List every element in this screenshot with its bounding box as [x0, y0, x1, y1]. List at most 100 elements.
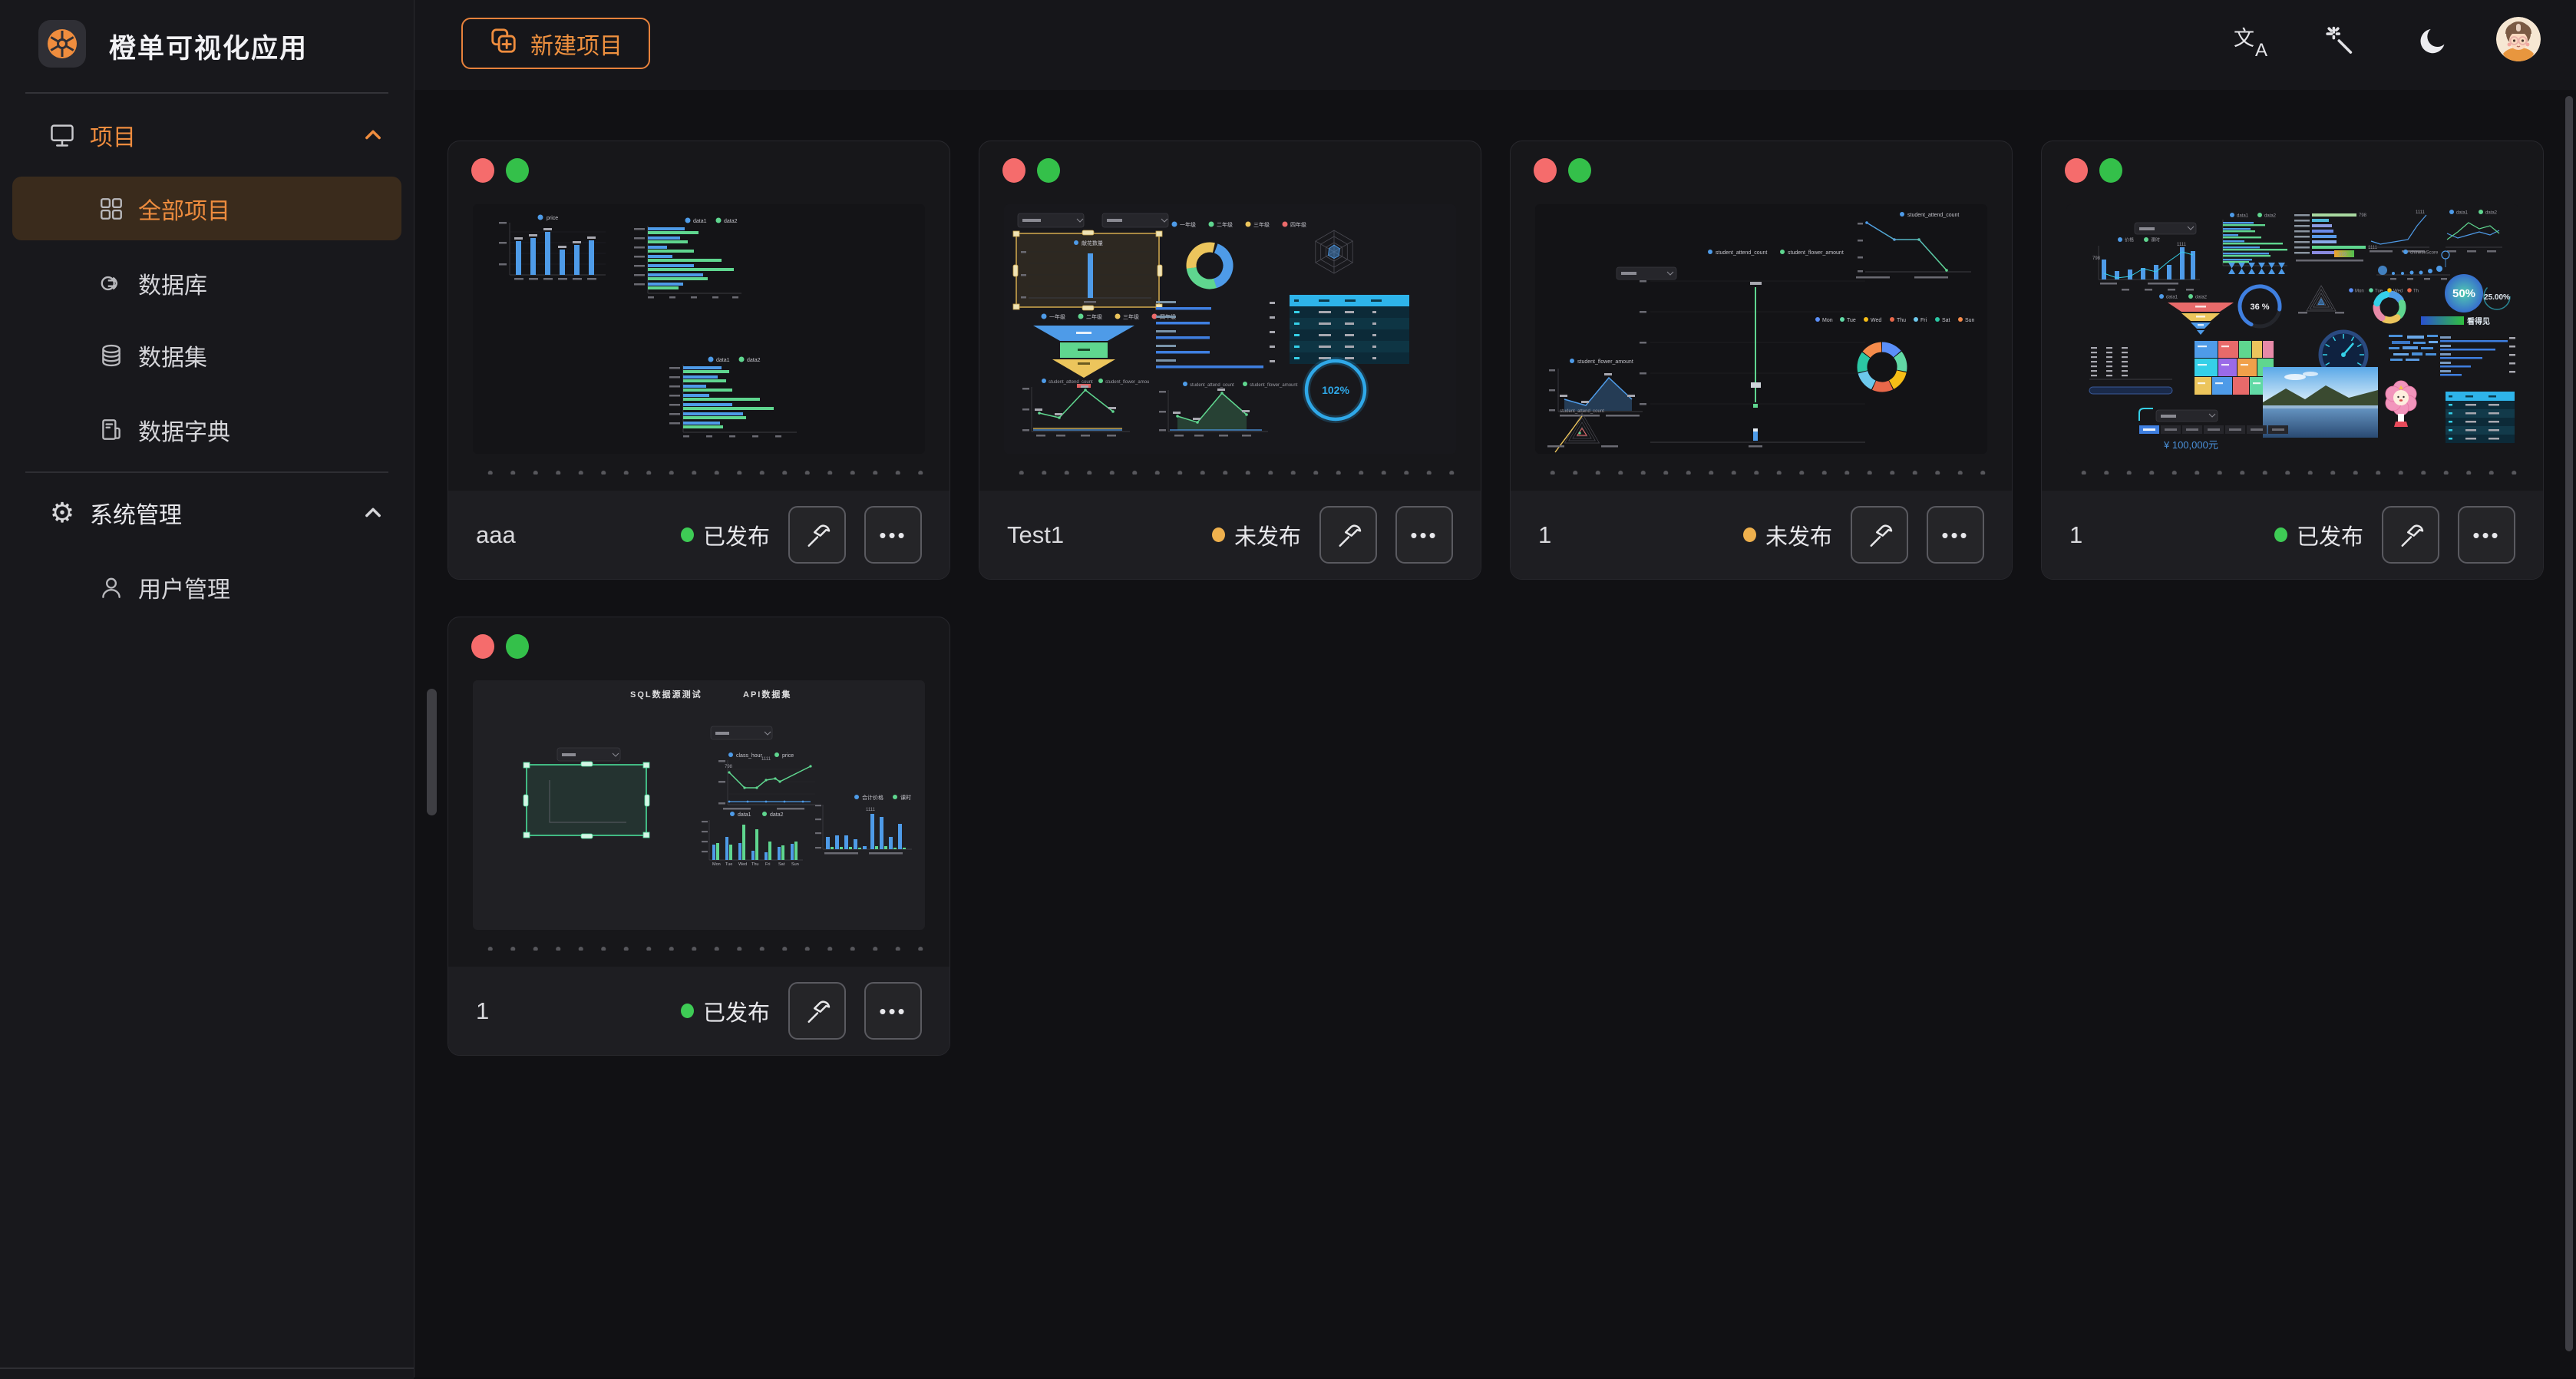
sidebar-resize-handle[interactable]: [427, 689, 437, 815]
edit-project-button[interactable]: [788, 982, 846, 1040]
chevron-up-icon[interactable]: [362, 124, 384, 146]
svg-text:data1: data1: [693, 219, 707, 224]
svg-text:data2: data2: [770, 812, 784, 818]
red-dot-icon: [1534, 158, 1557, 183]
project-name: 1: [476, 997, 662, 1025]
red-dot-icon: [471, 158, 494, 183]
project-thumbnail[interactable]: 价格 课时 1111 798 data1 data2: [2066, 204, 2518, 454]
new-project-button[interactable]: 新建项目: [461, 18, 650, 69]
svg-text:课时: 课时: [2151, 237, 2160, 243]
project-card[interactable]: 价格 课时 1111 798 data1 data2: [2041, 141, 2544, 580]
red-dot-icon: [1002, 158, 1025, 183]
project-thumbnail[interactable]: student_attend_count student_attend_coun…: [1535, 204, 1987, 454]
sidebar-group-system[interactable]: ⚙ 系统管理: [0, 491, 414, 534]
more-actions-button[interactable]: •••: [864, 982, 922, 1040]
hammer-icon: [1333, 520, 1364, 551]
svg-text:Th: Th: [2413, 289, 2419, 294]
project-card[interactable]: price data1 data2: [447, 141, 950, 580]
red-dot-icon: [471, 634, 494, 659]
svg-text:data2: data2: [2485, 211, 2498, 216]
svg-text:一年级: 一年级: [1049, 313, 1065, 320]
sidebar-item-label: 用户管理: [138, 570, 230, 604]
svg-text:student_flower_amou: student_flower_amou: [1105, 380, 1149, 385]
edit-project-button[interactable]: [1319, 506, 1377, 564]
vertical-scrollbar[interactable]: [2565, 96, 2573, 1351]
svg-text:student_flower_amount: student_flower_amount: [1250, 383, 1298, 388]
svg-text:50%: 50%: [2452, 287, 2475, 300]
more-actions-button[interactable]: •••: [2458, 506, 2515, 564]
svg-text:data1: data1: [738, 812, 751, 818]
edit-project-button[interactable]: [1851, 506, 1908, 564]
svg-text:Fri: Fri: [765, 862, 770, 867]
project-thumbnail[interactable]: 献花数量 一年级 二年级 三年级 四年级: [1004, 204, 1456, 454]
svg-text:Sat: Sat: [778, 862, 785, 867]
sidebar-item-all-projects[interactable]: 全部项目: [12, 177, 401, 240]
sidebar-item-label: 全部项目: [138, 192, 230, 226]
sidebar-item-label: 数据集: [138, 339, 207, 372]
sidebar-item-dataset[interactable]: 数据集: [12, 332, 401, 379]
project-card[interactable]: student_attend_count student_attend_coun…: [1510, 141, 2013, 580]
svg-text:36 %: 36 %: [2250, 303, 2269, 312]
svg-text:SQL数据源测试: SQL数据源测试: [630, 689, 702, 699]
svg-text:¥ 100,000元: ¥ 100,000元: [2163, 439, 2218, 451]
svg-text:1111: 1111: [866, 808, 876, 812]
project-thumbnail[interactable]: price data1 data2: [473, 204, 925, 454]
sidebar-item-users[interactable]: 用户管理: [12, 564, 401, 611]
svg-text:合计价格: 合计价格: [862, 794, 883, 801]
grid-icon: [97, 194, 126, 223]
svg-text:Mon: Mon: [1822, 318, 1833, 323]
sidebar-item-database[interactable]: 数据库: [12, 260, 401, 307]
svg-text:102%: 102%: [1322, 384, 1349, 396]
project-card[interactable]: SQL数据源测试 API数据集 class_hour price: [447, 617, 950, 1056]
project-thumbnail[interactable]: SQL数据源测试 API数据集 class_hour price: [473, 680, 925, 930]
link-icon: [97, 269, 126, 298]
hammer-icon: [2396, 520, 2426, 551]
theme-toggle-button[interactable]: [2413, 21, 2453, 61]
svg-text:一年级: 一年级: [1180, 221, 1196, 228]
svg-text:data2: data2: [2195, 296, 2208, 300]
svg-text:Tue: Tue: [725, 862, 732, 867]
svg-text:data2: data2: [747, 358, 761, 363]
svg-text:student_flower_amount: student_flower_amount: [1577, 359, 1633, 365]
new-project-icon: [489, 26, 518, 61]
svg-text:1111: 1111: [2416, 210, 2426, 215]
more-actions-button[interactable]: •••: [864, 506, 922, 564]
svg-text:Mon: Mon: [2355, 289, 2364, 294]
status-badge: 已发布: [681, 995, 770, 1027]
svg-text:三年级: 三年级: [1253, 221, 1270, 228]
project-card[interactable]: 献花数量 一年级 二年级 三年级 四年级: [979, 141, 1481, 580]
green-dot-icon: [506, 158, 529, 183]
svg-text:data1: data1: [716, 358, 730, 363]
magic-wand-button[interactable]: [2321, 21, 2361, 61]
svg-text:25.00%: 25.00%: [2484, 293, 2510, 302]
edit-project-button[interactable]: [2382, 506, 2439, 564]
more-actions-button[interactable]: •••: [1395, 506, 1453, 564]
project-name: aaa: [476, 521, 662, 549]
sidebar-item-dictionary[interactable]: 数据字典: [12, 406, 401, 454]
svg-text:Fri: Fri: [1920, 318, 1927, 323]
more-actions-button[interactable]: •••: [1927, 506, 1984, 564]
svg-text:看得见: 看得见: [2467, 316, 2490, 326]
svg-text:data2: data2: [2264, 214, 2277, 219]
ellipsis-icon: •••: [1941, 525, 1969, 545]
svg-text:Sun: Sun: [1965, 318, 1975, 323]
chevron-up-icon[interactable]: [362, 502, 384, 524]
svg-text:二年级: 二年级: [1217, 221, 1233, 228]
ellipsis-icon: •••: [1410, 525, 1438, 545]
svg-text:三年级: 三年级: [1123, 313, 1139, 320]
avatar[interactable]: [2496, 17, 2541, 61]
language-button[interactable]: 文A: [2231, 21, 2271, 61]
dots-separator: [2068, 467, 2517, 475]
divider: [25, 92, 388, 94]
svg-text:价格: 价格: [2125, 237, 2134, 243]
sidebar-item-label: 数据库: [138, 266, 207, 300]
svg-text:Tue: Tue: [1847, 318, 1856, 323]
sidebar-group-projects[interactable]: 项目: [0, 114, 414, 157]
edit-project-button[interactable]: [788, 506, 846, 564]
sidebar-group-label: 系统管理: [90, 496, 182, 530]
app-logo-icon: [38, 20, 86, 68]
svg-text:1111: 1111: [2368, 246, 2378, 250]
project-name: Test1: [1007, 521, 1194, 549]
user-icon: [97, 573, 126, 602]
red-dot-icon: [2065, 158, 2088, 183]
